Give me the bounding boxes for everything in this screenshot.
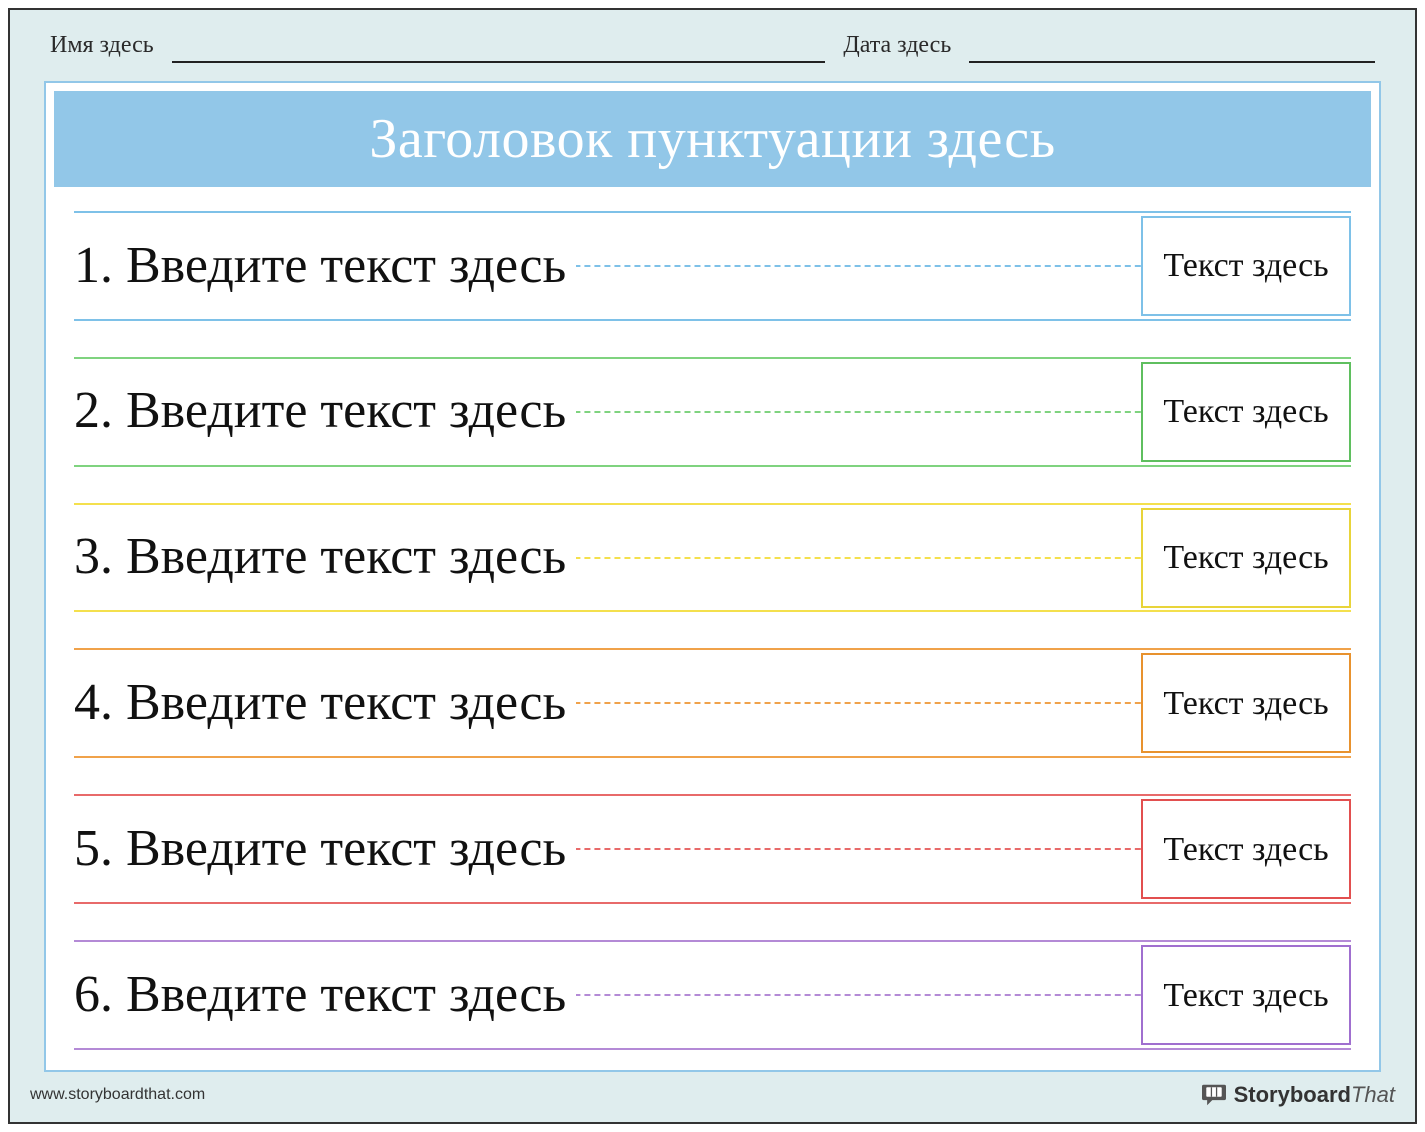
- worksheet-row: 6. Введите текст здесь Текст здесь: [74, 934, 1351, 1056]
- row-gap: [576, 497, 1141, 619]
- worksheet-row: 3. Введите текст здесь Текст здесь: [74, 497, 1351, 619]
- worksheet-row: 2. Введите текст здесь Текст здесь: [74, 351, 1351, 473]
- worksheet-card: Заголовок пунктуации здесь 1. Введите те…: [44, 81, 1381, 1072]
- row-prompt-text[interactable]: 1. Введите текст здесь: [74, 233, 576, 300]
- brand-logo: StoryboardThat: [1200, 1082, 1395, 1108]
- worksheet-row: 4. Введите текст здесь Текст здесь: [74, 642, 1351, 764]
- worksheet-row: 1. Введите текст здесь Текст здесь: [74, 205, 1351, 327]
- brand-text-1: Storyboard: [1234, 1082, 1351, 1107]
- row-gap: [576, 934, 1141, 1056]
- row-prompt-text[interactable]: 5. Введите текст здесь: [74, 816, 576, 883]
- worksheet-page: Имя здесь Дата здесь Заголовок пунктуаци…: [8, 8, 1417, 1124]
- row-answer-box[interactable]: Текст здесь: [1141, 362, 1351, 462]
- row-prompt-text[interactable]: 4. Введите текст здесь: [74, 670, 576, 737]
- row-prompt-text[interactable]: 3. Введите текст здесь: [74, 524, 576, 591]
- brand-text-2: That: [1351, 1082, 1395, 1107]
- worksheet-title[interactable]: Заголовок пунктуации здесь: [369, 108, 1055, 170]
- row-gap: [576, 788, 1141, 910]
- row-answer-box[interactable]: Текст здесь: [1141, 945, 1351, 1045]
- row-gap: [576, 351, 1141, 473]
- row-gap: [576, 205, 1141, 327]
- speech-bubble-icon: [1200, 1083, 1228, 1107]
- name-label: Имя здесь: [50, 32, 154, 63]
- name-input-line[interactable]: [172, 35, 826, 63]
- row-answer-box[interactable]: Текст здесь: [1141, 216, 1351, 316]
- footer-url: www.storyboardthat.com: [30, 1086, 205, 1104]
- footer: www.storyboardthat.com StoryboardThat: [30, 1082, 1395, 1108]
- row-prompt-text[interactable]: 2. Введите текст здесь: [74, 378, 576, 445]
- header-fields: Имя здесь Дата здесь: [44, 32, 1381, 63]
- row-prompt-text[interactable]: 6. Введите текст здесь: [74, 962, 576, 1029]
- row-gap: [576, 642, 1141, 764]
- row-answer-box[interactable]: Текст здесь: [1141, 653, 1351, 753]
- title-bar: Заголовок пунктуации здесь: [52, 89, 1373, 189]
- worksheet-row: 5. Введите текст здесь Текст здесь: [74, 788, 1351, 910]
- date-label: Дата здесь: [843, 32, 951, 63]
- date-input-line[interactable]: [969, 35, 1375, 63]
- rows-container: 1. Введите текст здесьТекст здесь2. Введ…: [46, 195, 1379, 1070]
- row-answer-box[interactable]: Текст здесь: [1141, 799, 1351, 899]
- row-answer-box[interactable]: Текст здесь: [1141, 508, 1351, 608]
